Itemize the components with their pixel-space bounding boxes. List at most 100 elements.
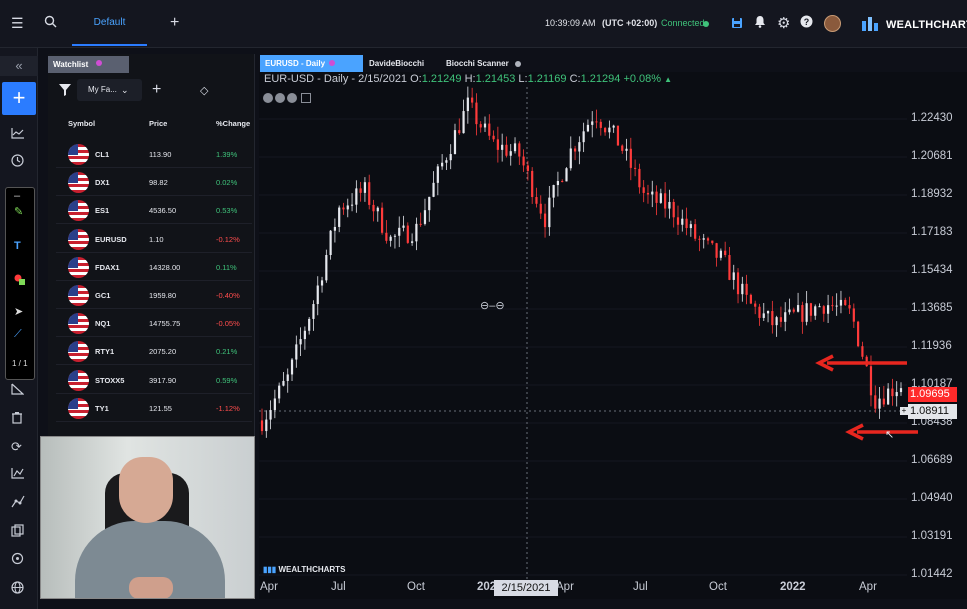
gear-icon[interactable]: ⚙ bbox=[777, 14, 790, 32]
trash-icon[interactable] bbox=[11, 411, 23, 427]
candle-body bbox=[453, 130, 457, 155]
candle-body bbox=[629, 148, 632, 168]
chart-tab-davide[interactable]: DavideBiocchi bbox=[369, 55, 424, 72]
menu-icon[interactable]: ☰ bbox=[11, 15, 24, 32]
candle-body bbox=[325, 255, 328, 281]
col-symbol[interactable]: Symbol bbox=[68, 119, 95, 128]
shapes-icon[interactable] bbox=[14, 274, 26, 289]
table-row[interactable]: DX1 98.82 0.02% bbox=[56, 168, 252, 197]
candle-body bbox=[445, 160, 448, 163]
y-tick-label: 1.18932 bbox=[911, 188, 953, 200]
y-tick-label: 1.04940 bbox=[911, 492, 953, 504]
drag-handle-icon[interactable]: ⊖–⊖ bbox=[480, 299, 505, 312]
chart-canvas[interactable] bbox=[259, 72, 967, 599]
table-row[interactable]: EURUSD 1.10 -0.12% bbox=[56, 225, 252, 253]
chart-line-icon[interactable] bbox=[11, 127, 25, 142]
save-icon[interactable] bbox=[731, 16, 743, 32]
chart-tab-scanner[interactable]: Biocchi Scanner bbox=[446, 55, 509, 72]
candle-body bbox=[831, 305, 834, 307]
target-icon[interactable] bbox=[11, 552, 24, 568]
add-button[interactable]: + bbox=[2, 82, 36, 115]
eraser-icon[interactable]: ◇ bbox=[200, 84, 208, 97]
candle-body bbox=[278, 385, 281, 399]
candle-body bbox=[552, 185, 555, 198]
row-symbol: FDAX1 bbox=[95, 262, 120, 272]
drawing-page-indicator: 1 / 1 bbox=[12, 359, 28, 368]
y-tick-label: 1.22430 bbox=[911, 112, 953, 124]
measure-icon[interactable] bbox=[11, 383, 25, 398]
table-row[interactable]: ES1 4536.50 0.53% bbox=[56, 196, 252, 225]
candle-body bbox=[676, 217, 680, 225]
us-flag-icon bbox=[68, 172, 89, 194]
help-icon[interactable]: ? bbox=[800, 15, 813, 31]
bell-icon[interactable] bbox=[754, 15, 766, 31]
candle-body bbox=[282, 380, 285, 386]
connection-dot-icon bbox=[703, 21, 709, 27]
strategy-icon[interactable] bbox=[11, 495, 25, 511]
favorites-dropdown[interactable]: My Fa... ⌄ bbox=[77, 79, 142, 101]
candle-body bbox=[715, 243, 718, 258]
legend-high: 1.21453 bbox=[475, 73, 516, 85]
legend-low-label: L: bbox=[518, 73, 528, 85]
row-price: 4536.50 bbox=[149, 206, 177, 216]
tab-watchlist[interactable]: Watchlist bbox=[48, 56, 129, 73]
candle-body bbox=[664, 193, 667, 209]
crosshair-plus-icon[interactable]: + bbox=[900, 407, 908, 415]
cursor-tool-icon[interactable]: ➤ bbox=[14, 305, 23, 318]
table-row[interactable]: RTY1 2075.20 0.21% bbox=[56, 337, 252, 366]
filter-icon[interactable] bbox=[59, 84, 71, 96]
candle-body bbox=[839, 299, 843, 306]
layers-icon[interactable] bbox=[11, 524, 24, 540]
table-row[interactable]: NQ1 14755.75 -0.05% bbox=[56, 309, 252, 338]
brand-name: WEALTHCHARTS bbox=[886, 19, 967, 31]
text-tool-icon[interactable]: T bbox=[14, 240, 21, 252]
y-tick-label: 1.15434 bbox=[911, 264, 953, 276]
price-chart[interactable] bbox=[259, 72, 967, 599]
us-flag-icon bbox=[68, 144, 89, 165]
row-change: 0.11% bbox=[216, 262, 237, 272]
row-price: 3917.90 bbox=[149, 375, 177, 385]
line-tool-icon[interactable]: ⟋ bbox=[14, 328, 22, 341]
eye-icon[interactable] bbox=[263, 93, 273, 103]
expand-icon[interactable] bbox=[301, 93, 311, 103]
candle-body bbox=[736, 272, 740, 295]
collapse-icon[interactable]: « bbox=[0, 56, 38, 76]
col-change[interactable]: %Change bbox=[216, 119, 250, 128]
table-row[interactable]: GC1 1959.80 -0.40% bbox=[56, 281, 252, 309]
candle-body bbox=[681, 218, 684, 225]
legend-open: 1.21249 bbox=[421, 73, 462, 85]
globe-icon[interactable] bbox=[11, 581, 24, 597]
clock: 10:39:09 AM bbox=[545, 18, 596, 28]
avatar[interactable] bbox=[824, 15, 841, 32]
add-tab-icon[interactable]: + bbox=[170, 14, 179, 32]
candle-body bbox=[355, 188, 358, 205]
col-price[interactable]: Price bbox=[149, 119, 167, 128]
candle-body bbox=[771, 311, 774, 326]
add-symbol-icon[interactable]: + bbox=[152, 81, 161, 99]
refresh-icon[interactable]: ⟳ bbox=[11, 439, 22, 455]
chart-tab-eurusd[interactable]: EURUSD - Daily bbox=[260, 55, 363, 72]
timezone[interactable]: (UTC +02:00) bbox=[602, 18, 657, 28]
y-tick-label: 1.01442 bbox=[911, 568, 953, 580]
clock-icon[interactable] bbox=[11, 154, 24, 170]
candle-body bbox=[505, 144, 508, 156]
settings-icon[interactable] bbox=[275, 93, 285, 103]
chevron-down-icon: ⌄ bbox=[121, 85, 129, 95]
row-price: 98.82 bbox=[149, 178, 168, 188]
row-price: 14328.00 bbox=[149, 262, 181, 272]
table-row[interactable]: STOXX5 3917.90 0.59% bbox=[56, 366, 252, 394]
search-icon[interactable] bbox=[44, 15, 57, 31]
candle-body bbox=[612, 125, 615, 128]
table-row[interactable]: CL1 113.90 1.39% bbox=[56, 140, 252, 168]
x-tick-label: Oct bbox=[407, 581, 425, 593]
pencil-icon[interactable]: ✎ bbox=[14, 205, 23, 218]
close-icon[interactable] bbox=[287, 93, 297, 103]
candle-body bbox=[741, 283, 744, 295]
candle-body bbox=[436, 166, 439, 183]
candle-body bbox=[616, 125, 620, 146]
table-row[interactable]: TY1 121.55 -1.12% bbox=[56, 394, 252, 422]
minus-icon[interactable]: – bbox=[14, 190, 20, 202]
table-row[interactable]: FDAX1 14328.00 0.11% bbox=[56, 253, 252, 281]
indicators-icon[interactable] bbox=[11, 467, 25, 482]
tab-default[interactable]: Default bbox=[72, 0, 147, 46]
